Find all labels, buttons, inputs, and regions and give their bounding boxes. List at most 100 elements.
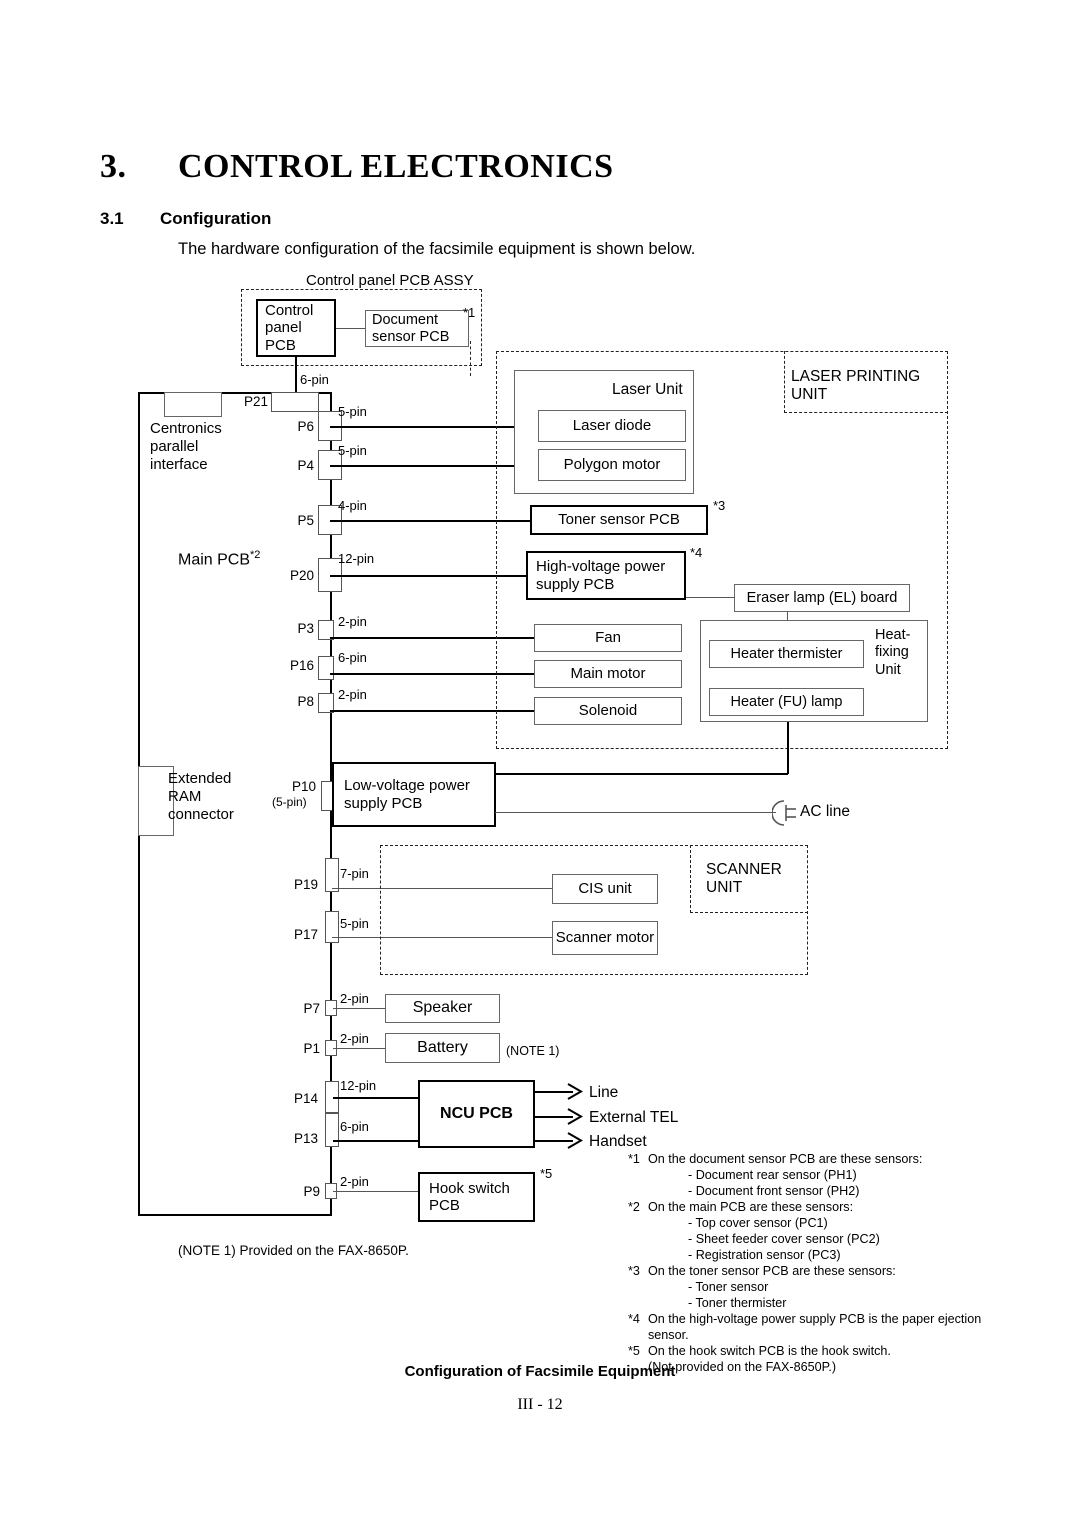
- label-output-line: Line: [589, 1084, 619, 1101]
- footnote-2: *2 On the main PCB are these sensors: - …: [628, 1200, 988, 1264]
- pin-label-p14: 12-pin: [340, 1078, 377, 1093]
- pin-label-p19: 7-pin: [340, 866, 369, 881]
- wire-p13-ncu: [333, 1140, 418, 1142]
- group-label-laser-printing-unit: LASER PRINTING UNIT: [791, 368, 921, 404]
- port-label-p6: P6: [297, 419, 314, 434]
- label-output-handset: Handset: [589, 1133, 647, 1150]
- footnote-5-text: On the hook switch PCB is the hook switc…: [648, 1343, 891, 1358]
- pin-label-p9: 2-pin: [340, 1174, 369, 1189]
- block-low-voltage-psu[interactable]: Low-voltage power supply PCB: [332, 762, 496, 827]
- footnote-1-sub-0: - Document rear sensor (PH1): [688, 1167, 857, 1182]
- block-scanner-motor[interactable]: Scanner motor: [552, 921, 658, 955]
- footnote-4-text: On the high-voltage power supply PCB is …: [648, 1311, 982, 1342]
- block-main-motor[interactable]: Main motor: [534, 660, 682, 688]
- block-document-sensor-pcb[interactable]: Document sensor PCB: [365, 310, 469, 347]
- port-label-p13: P13: [293, 1131, 318, 1146]
- label-extended-ram-connector: Extended RAM connector: [168, 770, 234, 823]
- pin-label-p16: 6-pin: [338, 650, 367, 665]
- pin-label-p17: 5-pin: [340, 916, 369, 931]
- port-label-p4: P4: [297, 458, 314, 473]
- block-control-panel-pcb[interactable]: Control panel PCB: [256, 299, 336, 357]
- footnote-mark-document-sensor: *1: [463, 305, 476, 320]
- footnote-mark-high-voltage: *4: [690, 545, 703, 560]
- footnote-1-text: On the document sensor PCB are these sen…: [648, 1152, 923, 1166]
- footnote-3-text: On the toner sensor PCB are these sensor…: [648, 1263, 896, 1278]
- footnote-2-sub-0: - Top cover sensor (PC1): [688, 1215, 828, 1230]
- block-heater-fu-lamp[interactable]: Heater (FU) lamp: [709, 688, 864, 716]
- footnote-4-mark: *4: [628, 1311, 640, 1326]
- port-label-p5: P5: [297, 513, 314, 528]
- port-label-p7: P7: [303, 1001, 320, 1016]
- chapter-number: 3.: [100, 148, 127, 185]
- wire-p14-ncu: [333, 1097, 418, 1099]
- wire-p1-battery: [333, 1048, 385, 1050]
- chapter-title-text: CONTROL ELECTRONICS: [178, 148, 614, 185]
- block-hook-switch-pcb[interactable]: Hook switch PCB: [418, 1172, 535, 1222]
- port-label-p3: P3: [297, 621, 314, 636]
- wire-heatfix-to-lvpsu: [495, 773, 788, 775]
- port-label-p9: P9: [303, 1184, 320, 1199]
- figure-caption: Configuration of Facsimile Equipment: [404, 1363, 676, 1380]
- connector-p13[interactable]: [325, 1113, 339, 1147]
- label-heat-fixing-unit: Heat- fixing Unit: [875, 627, 911, 678]
- block-solenoid[interactable]: Solenoid: [534, 697, 682, 725]
- page-number: III - 12: [517, 1396, 563, 1413]
- section-title-text: Configuration: [160, 209, 272, 228]
- port-label-p10: P10: [291, 779, 316, 794]
- pin-label-p20: 12-pin: [338, 551, 375, 566]
- connector-p19[interactable]: [325, 858, 339, 892]
- connector-p16[interactable]: [318, 656, 334, 680]
- section-number: 3.1: [100, 209, 124, 228]
- block-polygon-motor[interactable]: Polygon motor: [538, 449, 686, 481]
- port-label-p8: P8: [297, 694, 314, 709]
- footnote-2-sub-1: - Sheet feeder cover sensor (PC2): [688, 1231, 880, 1246]
- footnote-1: *1 On the document sensor PCB are these …: [628, 1152, 988, 1200]
- wire-lvpsu-to-acline: [495, 812, 776, 814]
- connector-p21[interactable]: [271, 392, 319, 412]
- pin-label-p7: 2-pin: [340, 991, 369, 1006]
- section-heading: 3.1 Configuration: [100, 209, 271, 229]
- intro-paragraph: The hardware configuration of the facsim…: [178, 240, 696, 258]
- footnote-4: *4 On the high-voltage power supply PCB …: [628, 1312, 988, 1344]
- footnote-3-sub-0: - Toner sensor: [688, 1279, 769, 1294]
- arrow-external-tel-icon: [567, 1108, 584, 1125]
- footnote-3-mark: *3: [628, 1263, 640, 1278]
- group-boundary-control-assy-connector: [470, 341, 500, 376]
- pin-label-p3: 2-pin: [338, 614, 367, 629]
- wire-cp-to-p21: [295, 357, 297, 395]
- footnote-mark-toner-sensor: *3: [713, 498, 726, 513]
- block-battery[interactable]: Battery: [385, 1033, 500, 1063]
- footnote-2-text: On the main PCB are these sensors:: [648, 1199, 854, 1214]
- pin-label-p6: 5-pin: [338, 404, 367, 419]
- label-battery-note: (NOTE 1): [506, 1044, 560, 1058]
- label-ac-line: AC line: [800, 803, 850, 820]
- wire-heatfix-down: [787, 722, 789, 774]
- footnote-3-sub-1: - Toner thermister: [688, 1295, 787, 1310]
- block-laser-diode[interactable]: Laser diode: [538, 410, 686, 442]
- block-high-voltage-psu[interactable]: High-voltage power supply PCB: [526, 551, 686, 600]
- block-eraser-lamp-board[interactable]: Eraser lamp (EL) board: [734, 584, 910, 612]
- wire-hv-to-eraser: [686, 597, 734, 599]
- chapter-title: 3. CONTROL ELECTRONICS: [100, 148, 720, 186]
- wire-cp-to-docsensor: [336, 328, 365, 330]
- block-fan[interactable]: Fan: [534, 624, 682, 652]
- block-ncu-pcb[interactable]: NCU PCB: [418, 1080, 535, 1148]
- pin-label-p8: 2-pin: [338, 687, 367, 702]
- footnote-mark-hook-switch: *5: [540, 1166, 553, 1181]
- pin-label-p21: 6-pin: [300, 372, 329, 387]
- block-speaker[interactable]: Speaker: [385, 994, 500, 1023]
- port-label-p17: P17: [293, 927, 318, 942]
- footnote-2-sub-2: - Registration sensor (PC3): [688, 1247, 841, 1262]
- footnote-1-mark: *1: [628, 1152, 640, 1166]
- footnote-mark-main-pcb: *2: [250, 549, 261, 561]
- wire-p7-speaker: [333, 1008, 385, 1010]
- block-cis-unit[interactable]: CIS unit: [552, 874, 658, 904]
- footnote-2-mark: *2: [628, 1199, 640, 1214]
- block-heater-thermister[interactable]: Heater thermister: [709, 640, 864, 668]
- footnotes-block: *1 On the document sensor PCB are these …: [628, 1152, 988, 1376]
- pin-label-p1: 2-pin: [340, 1031, 369, 1046]
- footnote-5-mark: *5: [628, 1343, 640, 1358]
- label-main-pcb: Main PCB*2: [178, 549, 261, 569]
- block-toner-sensor-pcb[interactable]: Toner sensor PCB: [530, 505, 708, 535]
- port-label-p1: P1: [303, 1041, 320, 1056]
